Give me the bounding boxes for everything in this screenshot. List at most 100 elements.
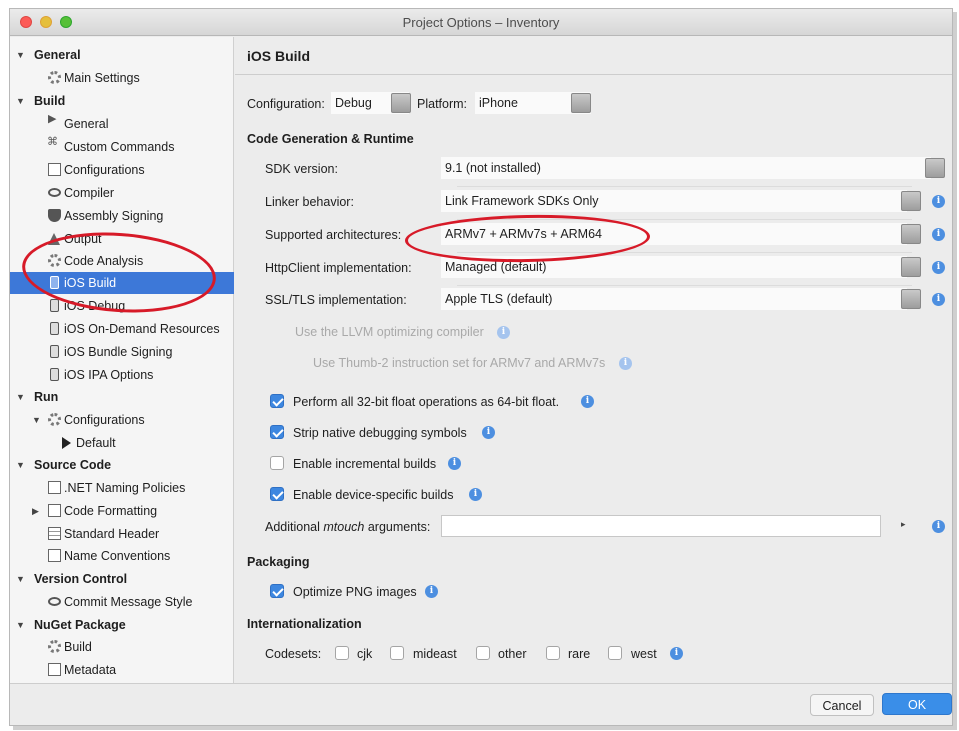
chevron-down-icon[interactable]: ▼ [16, 454, 25, 476]
chevron-down-icon[interactable]: ▼ [16, 90, 25, 112]
sidebar-section-build[interactable]: ▼ Build [10, 90, 234, 112]
codeset-rare-checkbox[interactable] [546, 646, 560, 660]
sidebar-item-nuget-build[interactable]: Build [10, 636, 234, 658]
chevron-down-icon[interactable]: ▼ [16, 386, 25, 408]
sidebar-item-assembly-signing[interactable]: Assembly Signing [10, 205, 234, 227]
sidebar-item-label: Code Analysis [64, 254, 144, 268]
sidebar-section-nuget[interactable]: ▼ NuGet Package [10, 614, 234, 636]
info-icon[interactable]: i [469, 488, 482, 501]
sdk-version-select[interactable]: 9.1 (not installed) [441, 157, 931, 179]
mtouch-arguments-label: Additional mtouch arguments: [265, 520, 430, 534]
mtouch-label-prefix: Additional [265, 520, 324, 534]
sidebar-item-main-settings[interactable]: Main Settings [10, 67, 234, 89]
sidebar-item-label: Build [64, 640, 92, 654]
sidebar-item-code-formatting[interactable]: ▶ Code Formatting [10, 500, 234, 522]
info-icon[interactable]: i [932, 195, 945, 208]
sidebar-section-run[interactable]: ▼ Run [10, 386, 234, 408]
phone-icon [50, 276, 59, 289]
mtouch-label-suffix: arguments: [364, 520, 431, 534]
sidebar-item-ios-debug[interactable]: iOS Debug [10, 295, 234, 317]
linker-behavior-dropdown-button[interactable] [901, 191, 921, 211]
packaging-heading: Packaging [247, 555, 310, 569]
sidebar-item-name-conventions[interactable]: Name Conventions [10, 545, 234, 567]
sidebar-item-ios-odr[interactable]: iOS On-Demand Resources [10, 318, 234, 340]
sidebar-item-custom-commands[interactable]: ⌘ Custom Commands [10, 136, 234, 158]
info-icon[interactable]: i [448, 457, 461, 470]
strip-symbols-label: Strip native debugging symbols [293, 426, 467, 440]
sidebar-item-commit-message-style[interactable]: Commit Message Style [10, 591, 234, 613]
configuration-dropdown-button[interactable] [391, 93, 411, 113]
codeset-west-label: west [631, 647, 657, 661]
httpclient-select[interactable]: Managed (default) [441, 256, 907, 278]
arguments-menu-arrow-icon[interactable]: ▸ [901, 519, 906, 530]
info-icon[interactable]: i [932, 520, 945, 533]
supported-architectures-value: ARMv7 + ARMv7s + ARM64 [445, 227, 603, 241]
device-specific-builds-checkbox[interactable] [270, 487, 284, 501]
ssl-tls-dropdown-button[interactable] [901, 289, 921, 309]
chevron-down-icon[interactable]: ▼ [16, 568, 25, 590]
sidebar-section-general[interactable]: ▼ General [10, 44, 234, 66]
sidebar-item-label: Main Settings [64, 71, 140, 85]
sidebar-item-compiler[interactable]: Compiler [10, 182, 234, 204]
sidebar-item-nuget-metadata[interactable]: Metadata [10, 659, 234, 681]
sidebar-item-code-analysis[interactable]: Code Analysis [10, 250, 234, 272]
linker-behavior-select[interactable]: Link Framework SDKs Only [441, 190, 907, 212]
sidebar-section-version-control[interactable]: ▼ Version Control [10, 568, 234, 590]
sidebar-item-build-general[interactable]: ▶ General [10, 113, 234, 135]
sidebar-item-run-configurations[interactable]: ▼ Configurations [10, 409, 234, 431]
ok-button[interactable]: OK [882, 693, 952, 715]
codegen-heading: Code Generation & Runtime [247, 132, 414, 146]
sidebar-item-ios-ipa[interactable]: iOS IPA Options [10, 364, 234, 386]
codeset-cjk-checkbox[interactable] [335, 646, 349, 660]
phone-icon [50, 345, 59, 358]
supported-architectures-select[interactable]: ARMv7 + ARMv7s + ARM64 [441, 223, 907, 245]
codeset-mideast-checkbox[interactable] [390, 646, 404, 660]
supported-architectures-dropdown-button[interactable] [901, 224, 921, 244]
info-icon[interactable]: i [670, 647, 683, 660]
chevron-down-icon[interactable]: ▼ [32, 409, 41, 431]
info-icon[interactable]: i [581, 395, 594, 408]
sdk-version-dropdown-button[interactable] [925, 158, 945, 178]
sidebar-item-configurations[interactable]: Configurations [10, 159, 234, 181]
chevron-right-icon[interactable]: ▶ [32, 500, 39, 522]
info-icon[interactable]: i [482, 426, 495, 439]
info-icon[interactable]: i [425, 585, 438, 598]
shield-icon [48, 209, 61, 222]
sidebar-section-source-code[interactable]: ▼ Source Code [10, 454, 234, 476]
info-icon: i [619, 357, 632, 370]
llvm-option: Use the LLVM optimizing compiler [295, 325, 484, 339]
ssl-tls-select[interactable]: Apple TLS (default) [441, 288, 907, 310]
chevron-down-icon[interactable]: ▼ [16, 614, 25, 636]
command-icon: ⌘ [47, 136, 58, 148]
codeset-other-checkbox[interactable] [476, 646, 490, 660]
incremental-builds-checkbox[interactable] [270, 456, 284, 470]
cancel-button[interactable]: Cancel [810, 694, 874, 716]
platform-dropdown-button[interactable] [571, 93, 591, 113]
float32-label: Perform all 32-bit float operations as 6… [293, 395, 560, 409]
thumb2-option: Use Thumb-2 instruction set for ARMv7 an… [313, 356, 606, 370]
codeset-west-checkbox[interactable] [608, 646, 622, 660]
mtouch-arguments-input[interactable] [441, 515, 881, 537]
chevron-down-icon[interactable]: ▼ [16, 44, 25, 66]
sidebar-item-ios-bundle-signing[interactable]: iOS Bundle Signing [10, 341, 234, 363]
info-icon[interactable]: i [932, 228, 945, 241]
info-icon[interactable]: i [932, 293, 945, 306]
title-bar: Project Options – Inventory [10, 9, 952, 36]
strip-symbols-checkbox[interactable] [270, 425, 284, 439]
header-icon [48, 527, 61, 540]
float32-checkbox[interactable] [270, 394, 284, 408]
configuration-value: Debug [335, 96, 372, 110]
info-icon[interactable]: i [932, 261, 945, 274]
sidebar-item-label: Custom Commands [64, 140, 175, 154]
sidebar-item-ios-build[interactable]: iOS Build [10, 272, 234, 294]
httpclient-value: Managed (default) [445, 260, 547, 274]
sidebar-item-net-naming[interactable]: .NET Naming Policies [10, 477, 234, 499]
sidebar-item-output[interactable]: Output [10, 228, 234, 250]
httpclient-dropdown-button[interactable] [901, 257, 921, 277]
optimize-png-checkbox[interactable] [270, 584, 284, 598]
row-divider [457, 252, 912, 253]
ios-build-panel: iOS Build Configuration: Debug Platform:… [235, 37, 952, 683]
phone-icon [50, 368, 59, 381]
sidebar-item-standard-header[interactable]: Standard Header [10, 523, 234, 545]
sidebar-item-run-default[interactable]: Default [10, 432, 234, 454]
